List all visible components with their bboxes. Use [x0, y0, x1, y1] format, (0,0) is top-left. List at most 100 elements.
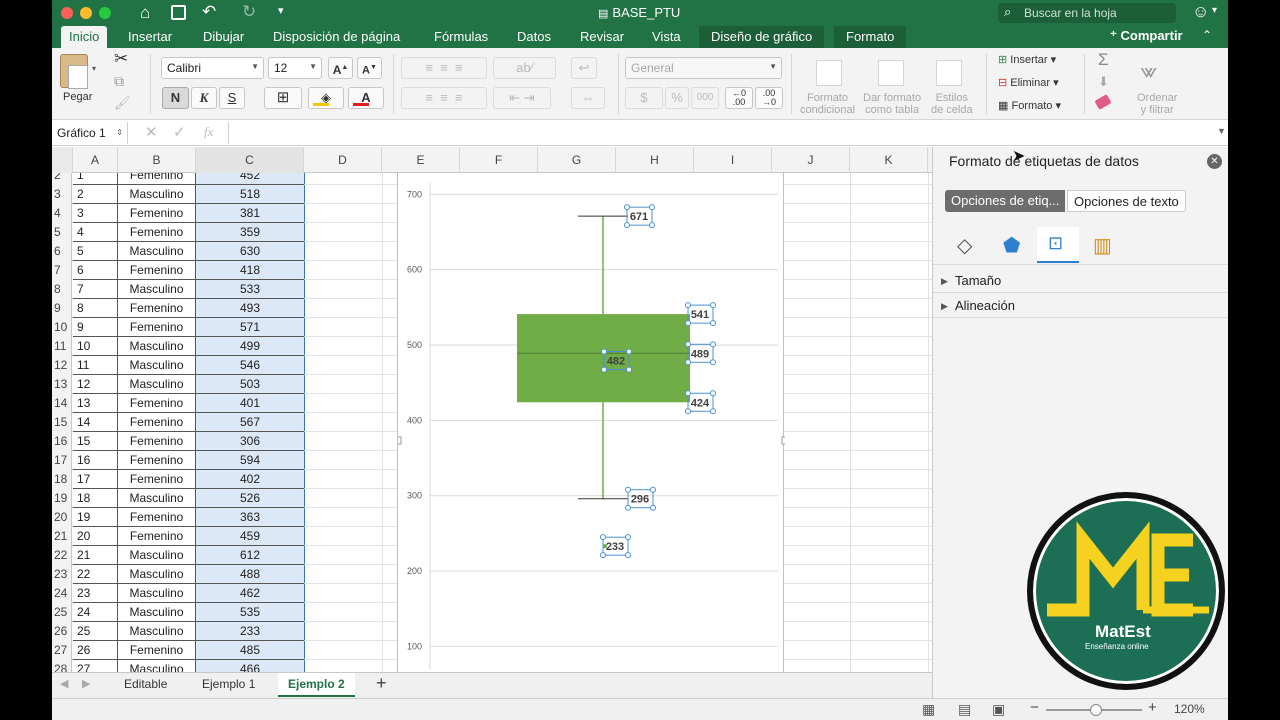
page-break-icon[interactable]: ▣	[992, 701, 1005, 718]
cell-c[interactable]: 630	[196, 242, 304, 261]
chart-canvas[interactable]: 100 200 300 400 500 600 700 671 541 489 482 424 296 2…	[395, 173, 788, 672]
paste-icon[interactable]	[60, 54, 88, 89]
cell-c[interactable]: 402	[196, 470, 304, 489]
data-label[interactable]: 489	[691, 348, 709, 360]
chart-resize-handle-right[interactable]	[781, 436, 788, 445]
next-sheet-icon[interactable]: ▶	[82, 677, 90, 690]
fill-color-button[interactable]: ◈	[308, 87, 344, 109]
font-size-select[interactable]: 12 ▼	[268, 57, 322, 79]
column-header-k[interactable]: K	[850, 147, 928, 173]
cell-b[interactable]: Masculino	[118, 242, 196, 261]
currency-button[interactable]: $	[625, 87, 663, 109]
cell-a[interactable]: 7	[73, 280, 118, 299]
close-window-button[interactable]	[61, 7, 73, 19]
cell-a[interactable]: 9	[73, 318, 118, 337]
row-number[interactable]: 9	[52, 299, 72, 318]
cell-c[interactable]: 381	[196, 204, 304, 223]
vertical-align-group[interactable]: ≡ ≡ ≡	[401, 57, 487, 79]
cell-b[interactable]: Femenino	[118, 527, 196, 546]
normal-view-icon[interactable]: ▦	[922, 701, 935, 718]
column-header-c[interactable]: C	[196, 147, 304, 173]
cell-a[interactable]: 27	[73, 660, 118, 672]
add-sheet-button[interactable]: +	[376, 673, 387, 694]
selection-handle[interactable]	[710, 408, 716, 415]
cell-b[interactable]: Masculino	[118, 584, 196, 603]
cell-c[interactable]: 518	[196, 185, 304, 204]
smiley-feedback-icon[interactable]: ☺	[1192, 2, 1209, 22]
thousands-button[interactable]: 000	[691, 87, 719, 109]
data-label[interactable]: 541	[691, 309, 709, 321]
format-painter-icon[interactable]: 🖌	[114, 95, 131, 111]
selection-handle[interactable]	[710, 302, 716, 309]
cell-b[interactable]: Masculino	[118, 185, 196, 204]
row-number[interactable]: 16	[52, 432, 72, 451]
cell-c[interactable]: 493	[196, 299, 304, 318]
row-number[interactable]: 28	[52, 660, 72, 672]
selection-handle[interactable]	[625, 552, 631, 559]
row-number[interactable]: 4	[52, 204, 72, 223]
data-label[interactable]: 296	[631, 494, 649, 506]
cell-c[interactable]: 363	[196, 508, 304, 527]
selection-handle[interactable]	[601, 366, 607, 373]
cell-b[interactable]: Femenino	[118, 299, 196, 318]
tab-vista[interactable]: Vista	[652, 29, 681, 44]
cell-a[interactable]: 5	[73, 242, 118, 261]
conditional-format-button[interactable]: Formato condicional	[800, 92, 855, 116]
cell-a[interactable]: 26	[73, 641, 118, 660]
bold-button[interactable]: N	[162, 87, 189, 109]
paste-chevron-icon[interactable]: ▾	[92, 64, 96, 73]
cell-a[interactable]: 23	[73, 584, 118, 603]
tab-text-options[interactable]: Opciones de texto	[1067, 190, 1186, 212]
cell-b[interactable]: Femenino	[118, 451, 196, 470]
cell-a[interactable]: 14	[73, 413, 118, 432]
row-number[interactable]: 6	[52, 242, 72, 261]
selection-handle[interactable]	[625, 486, 631, 493]
sheet-tab-ejemplo-2[interactable]: Ejemplo 2	[278, 673, 355, 697]
underline-button[interactable]: S	[219, 87, 245, 109]
effects-icon[interactable]: ⬟	[1003, 233, 1020, 258]
cancel-icon[interactable]: ✕	[145, 123, 158, 141]
name-box[interactable]: Gráfico 1 ⇕	[52, 122, 128, 144]
selection-handle[interactable]	[710, 320, 716, 327]
cell-b[interactable]: Masculino	[118, 356, 196, 375]
cell-b[interactable]: Femenino	[118, 223, 196, 242]
column-header-d[interactable]: D	[304, 147, 382, 173]
undo-icon[interactable]: ↶	[202, 2, 216, 22]
sheet-tab-ejemplo-1[interactable]: Ejemplo 1	[192, 673, 265, 697]
selection-handle[interactable]	[600, 534, 606, 541]
wrap-text-button[interactable]: ↩	[571, 57, 597, 79]
share-button[interactable]: ⁺ Compartir	[1110, 28, 1183, 44]
expand-formula-icon[interactable]: ▼	[1217, 126, 1226, 136]
sheet-tab-editable[interactable]: Editable	[114, 673, 177, 697]
selection-handle[interactable]	[685, 320, 691, 327]
selection-handle[interactable]	[625, 534, 631, 541]
cell-c[interactable]: 594	[196, 451, 304, 470]
row-number[interactable]: 26	[52, 622, 72, 641]
font-name-select[interactable]: Calibri ▼	[161, 57, 264, 79]
section-tamano[interactable]: ▶ Tamaño	[933, 269, 1228, 293]
column-header-a[interactable]: A	[73, 147, 118, 173]
row-number[interactable]: 13	[52, 375, 72, 394]
select-all-corner[interactable]	[52, 147, 73, 173]
zoom-in-button[interactable]: +	[1148, 699, 1157, 716]
column-header-g[interactable]: G	[538, 147, 616, 173]
section-alineacion[interactable]: ▶ Alineación	[933, 294, 1228, 318]
selection-handle[interactable]	[626, 366, 632, 373]
delete-cells-button[interactable]: ⊟ Eliminar ▾	[998, 76, 1059, 89]
y-tick-label[interactable]: 600	[407, 265, 422, 275]
zoom-level[interactable]: 120%	[1174, 702, 1205, 716]
tab-formato[interactable]: Formato	[834, 26, 907, 48]
cell-c[interactable]: 233	[196, 622, 304, 641]
label-options-icon[interactable]: ▥	[1093, 233, 1112, 258]
save-icon[interactable]	[171, 5, 186, 20]
data-label[interactable]: 424	[691, 397, 710, 409]
cell-a[interactable]: 21	[73, 546, 118, 565]
cell-b[interactable]: Femenino	[118, 508, 196, 527]
cell-a[interactable]: 8	[73, 299, 118, 318]
cell-c[interactable]: 401	[196, 394, 304, 413]
row-number[interactable]: 19	[52, 489, 72, 508]
selection-handle[interactable]	[624, 204, 630, 211]
cell-a[interactable]: 22	[73, 565, 118, 584]
horizontal-align-group[interactable]: ≡ ≡ ≡	[401, 87, 487, 109]
italic-button[interactable]: K	[191, 87, 217, 109]
